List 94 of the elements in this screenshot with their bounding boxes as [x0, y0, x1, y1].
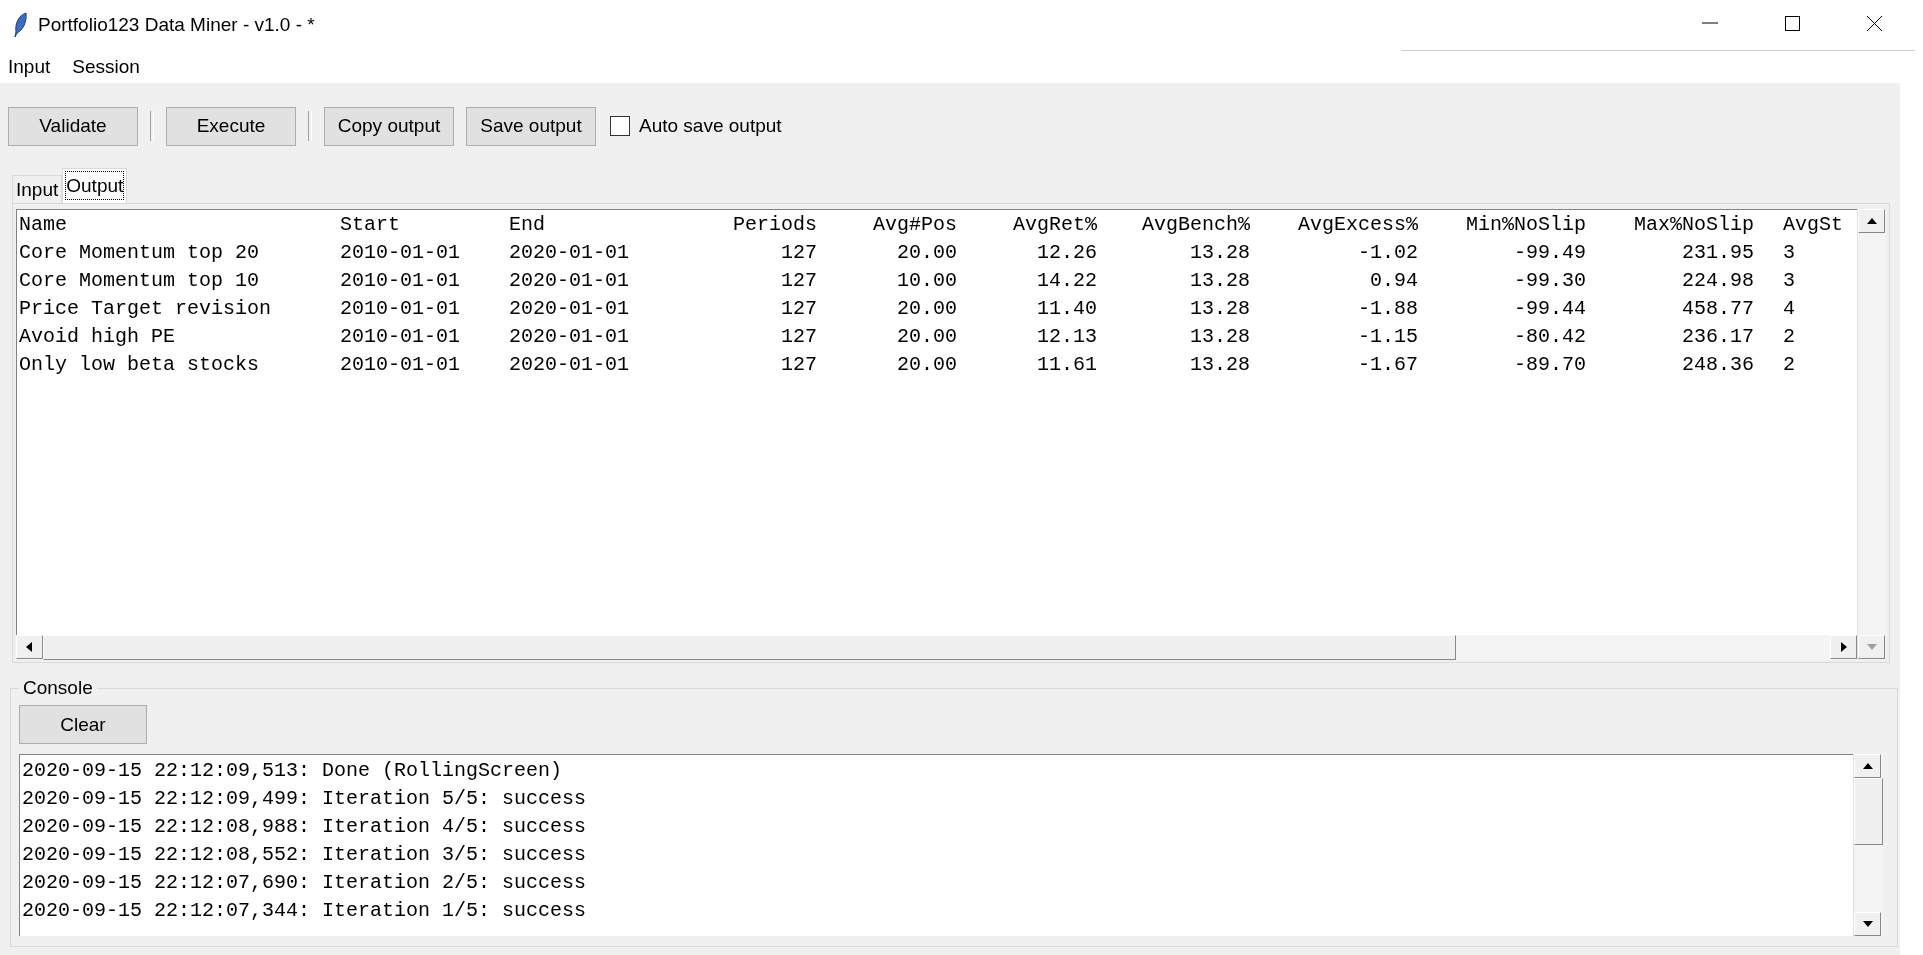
- table-cell-text: -99.49: [1513, 240, 1586, 266]
- table-cell-text: 2020-01-01: [509, 296, 631, 322]
- column-header: AvgBench%: [1140, 212, 1250, 238]
- tab[interactable]: Output: [62, 168, 128, 203]
- column-header: Max%NoSlip: [1632, 212, 1754, 238]
- scrollbar-thumb[interactable]: [1854, 778, 1883, 845]
- table-cell-text: 13.28: [1189, 268, 1250, 294]
- table-cell-text: -1.15: [1357, 324, 1418, 350]
- log-line: 2020-09-15 22:12:07,690: Iteration 2/5: success: [22, 870, 588, 896]
- table-cell-text: 248.36: [1681, 352, 1754, 378]
- table-cell-text: 236.17: [1681, 324, 1754, 350]
- table-cell-text: 458.77: [1681, 296, 1754, 322]
- toolbar-button[interactable]: Save output: [466, 106, 596, 146]
- table-cell-text: 4: [1782, 296, 1796, 322]
- table-cell-text: 13.28: [1189, 240, 1250, 266]
- column-header: AvgSt: [1782, 212, 1844, 238]
- table-cell-text: -99.44: [1513, 296, 1586, 322]
- window-title: Portfolio123 Data Miner - v1.0 - *: [38, 14, 315, 36]
- vertical-scrollbar[interactable]: [1853, 754, 1883, 936]
- table-cell-text: Only low beta stocks: [19, 352, 261, 378]
- column-header: Start: [340, 212, 401, 238]
- column-header: Periods: [732, 212, 817, 238]
- table-cell-text: 2010-01-01: [340, 296, 462, 322]
- log-line: 2020-09-15 22:12:09,499: Iteration 5/5: success: [22, 786, 588, 812]
- table-cell-text: 127: [780, 296, 817, 322]
- table-cell-text: 2: [1782, 352, 1796, 378]
- table-cell-text: Avoid high PE: [19, 324, 177, 350]
- scrollbar-thumb[interactable]: [43, 635, 1456, 660]
- log-line: 2020-09-15 22:12:07,344: Iteration 1/5: success: [22, 898, 588, 924]
- table-cell-text: 11.40: [1036, 296, 1097, 322]
- checkbox-label: Auto save output: [639, 115, 782, 137]
- feather-icon: [14, 12, 28, 38]
- table-cell-text: -1.67: [1357, 352, 1418, 378]
- table-cell-text: 20.00: [896, 324, 957, 350]
- table-cell-text: 20.00: [896, 352, 957, 378]
- clear-button[interactable]: Clear: [19, 705, 147, 744]
- table-cell-text: -1.02: [1357, 240, 1418, 266]
- log-line: 2020-09-15 22:12:08,988: Iteration 4/5: success: [22, 814, 588, 840]
- table-cell-text: 2010-01-01: [340, 268, 462, 294]
- table-cell-text: 224.98: [1681, 268, 1754, 294]
- horizontal-scrollbar[interactable]: [16, 635, 1857, 660]
- table-cell-text: 14.22: [1036, 268, 1097, 294]
- menu-item[interactable]: Session: [72, 55, 140, 78]
- column-header: Avg#Pos: [872, 212, 957, 238]
- table-cell-text: 12.13: [1036, 324, 1097, 350]
- table-cell-text: 2020-01-01: [509, 268, 631, 294]
- table-cell-text: 10.00: [896, 268, 957, 294]
- table-cell-text: 13.28: [1189, 324, 1250, 350]
- table-cell-text: 2020-01-01: [509, 352, 631, 378]
- column-header: AvgRet%: [1012, 212, 1097, 238]
- minimize-icon: [1702, 22, 1718, 24]
- table-cell-text: 20.00: [896, 240, 957, 266]
- toolbar-button[interactable]: Copy output: [324, 106, 454, 146]
- toolbar-button[interactable]: Execute: [166, 106, 296, 146]
- vertical-scrollbar[interactable]: [1857, 209, 1886, 635]
- table-cell-text: 3: [1782, 240, 1796, 266]
- table-cell-text: 2010-01-01: [340, 240, 462, 266]
- table-cell-text: Price Target revision: [19, 296, 273, 322]
- column-header: AvgExcess%: [1296, 212, 1418, 238]
- checkbox[interactable]: [610, 116, 630, 136]
- log-line: 2020-09-15 22:12:09,513: Done (RollingScreen): [22, 758, 564, 784]
- table-cell-text: Core Momentum top 20: [19, 240, 261, 266]
- table-cell-text: 231.95: [1681, 240, 1754, 266]
- column-header: Name: [19, 212, 68, 238]
- table-cell-text: -1.88: [1357, 296, 1418, 322]
- table-cell-text: -89.70: [1513, 352, 1586, 378]
- table-cell-text: 11.61: [1036, 352, 1097, 378]
- column-header: End: [509, 212, 546, 238]
- table-cell-text: 0.94: [1369, 268, 1418, 294]
- table-cell-text: -99.30: [1513, 268, 1586, 294]
- table-cell-text: 2010-01-01: [340, 352, 462, 378]
- table-cell-text: 13.28: [1189, 352, 1250, 378]
- toolbar-button[interactable]: Validate: [8, 106, 138, 146]
- table-cell-text: 12.26: [1036, 240, 1097, 266]
- close-icon: [1866, 15, 1882, 31]
- table-cell-text: -80.42: [1513, 324, 1586, 350]
- table-cell-text: 2020-01-01: [509, 324, 631, 350]
- table-cell-text: 2: [1782, 324, 1796, 350]
- table-cell-text: 3: [1782, 268, 1796, 294]
- table-cell-text: 20.00: [896, 296, 957, 322]
- tab[interactable]: Input: [12, 175, 63, 203]
- table-cell-text: 127: [780, 324, 817, 350]
- table-cell-text: 2010-01-01: [340, 324, 462, 350]
- log-line: 2020-09-15 22:12:08,552: Iteration 3/5: success: [22, 842, 588, 868]
- table-cell-text: 13.28: [1189, 296, 1250, 322]
- table-cell-text: 127: [780, 352, 817, 378]
- maximize-icon: [1784, 15, 1800, 31]
- table-cell-text: 2020-01-01: [509, 240, 631, 266]
- console-title: Console: [22, 677, 94, 699]
- column-header: Min%NoSlip: [1464, 212, 1586, 238]
- table-cell-text: Core Momentum top 10: [19, 268, 261, 294]
- table-cell-text: 127: [780, 268, 817, 294]
- table-cell-text: 127: [780, 240, 817, 266]
- menu-item[interactable]: Input: [8, 55, 51, 78]
